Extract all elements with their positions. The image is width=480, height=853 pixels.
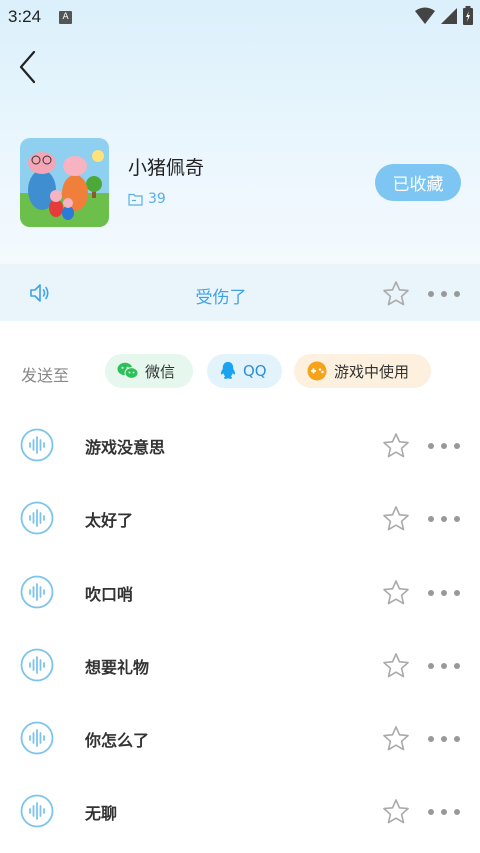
more-icon[interactable] <box>425 731 465 745</box>
sound-wave-icon <box>20 795 54 828</box>
sound-name: 游戏没意思 <box>85 438 166 457</box>
notification-a-icon: A <box>59 10 73 24</box>
sound-name: 太好了 <box>85 511 134 531</box>
sound-wave-icon <box>20 575 54 608</box>
folder-icon <box>128 193 143 206</box>
wifi-icon <box>415 7 435 24</box>
sound-name: 无聊 <box>85 804 118 824</box>
list-item[interactable]: 太好了 <box>0 481 480 554</box>
more-icon[interactable] <box>425 658 465 672</box>
favorite-star-icon[interactable] <box>382 652 410 679</box>
qq-icon <box>220 362 236 379</box>
list-item[interactable]: 游戏没意思 <box>0 408 480 481</box>
share-qq-button[interactable]: QQ <box>207 354 282 388</box>
share-wechat-button[interactable]: 微信 <box>105 354 193 388</box>
sound-wave-icon <box>20 721 54 755</box>
wechat-icon <box>117 362 139 379</box>
favorited-button[interactable]: 已收藏 <box>375 164 461 201</box>
signal-icon <box>441 8 457 24</box>
favorite-star-icon[interactable] <box>382 579 410 606</box>
more-icon[interactable] <box>425 804 465 818</box>
sound-wave-icon <box>20 501 54 535</box>
now-playing-bar: 受伤了 <box>0 264 480 321</box>
sound-wave-icon <box>20 428 54 462</box>
more-icon[interactable] <box>425 438 465 452</box>
battery-icon <box>463 6 473 25</box>
sound-name: 吹口哨 <box>85 584 134 604</box>
sound-list: 游戏没意思 太好了 吹口哨 想要礼物 你怎么了 无聊 <box>0 408 480 848</box>
sound-name: 你怎么了 <box>85 731 150 751</box>
list-item[interactable]: 无聊 <box>0 774 480 847</box>
album-cover-image <box>20 138 109 227</box>
album-count: 39 <box>128 191 166 207</box>
status-icons <box>414 6 474 26</box>
share-label: 发送至 <box>21 366 70 385</box>
sound-wave-icon <box>20 648 54 682</box>
list-item[interactable]: 吹口哨 <box>0 555 480 628</box>
share-wechat-label: 微信 <box>145 362 176 381</box>
share-row: 发送至 微信 QQ 游戏中使用 <box>0 353 480 389</box>
favorite-star-icon[interactable] <box>382 280 410 307</box>
favorite-star-icon[interactable] <box>382 798 410 825</box>
status-bar: 3:24 A <box>0 0 480 34</box>
favorite-star-icon[interactable] <box>382 725 410 752</box>
back-button[interactable] <box>14 48 46 86</box>
list-item[interactable]: 你怎么了 <box>0 701 480 774</box>
status-time: 3:24 <box>8 7 42 26</box>
favorite-star-icon[interactable] <box>382 505 410 532</box>
use-in-game-label: 游戏中使用 <box>334 362 410 381</box>
gamepad-icon <box>307 361 327 381</box>
more-icon[interactable] <box>425 585 465 599</box>
sound-name: 想要礼物 <box>85 657 150 677</box>
more-icon[interactable] <box>425 286 465 300</box>
album-title: 小猪佩奇 <box>128 157 205 179</box>
more-icon[interactable] <box>425 511 465 525</box>
use-in-game-button[interactable]: 游戏中使用 <box>294 354 431 388</box>
now-playing-title[interactable]: 受伤了 <box>0 283 442 308</box>
favorite-star-icon[interactable] <box>382 432 410 459</box>
share-qq-label: QQ <box>243 362 267 380</box>
list-item[interactable]: 想要礼物 <box>0 628 480 701</box>
chevron-left-icon <box>19 50 36 84</box>
album-count-value: 39 <box>148 191 166 207</box>
